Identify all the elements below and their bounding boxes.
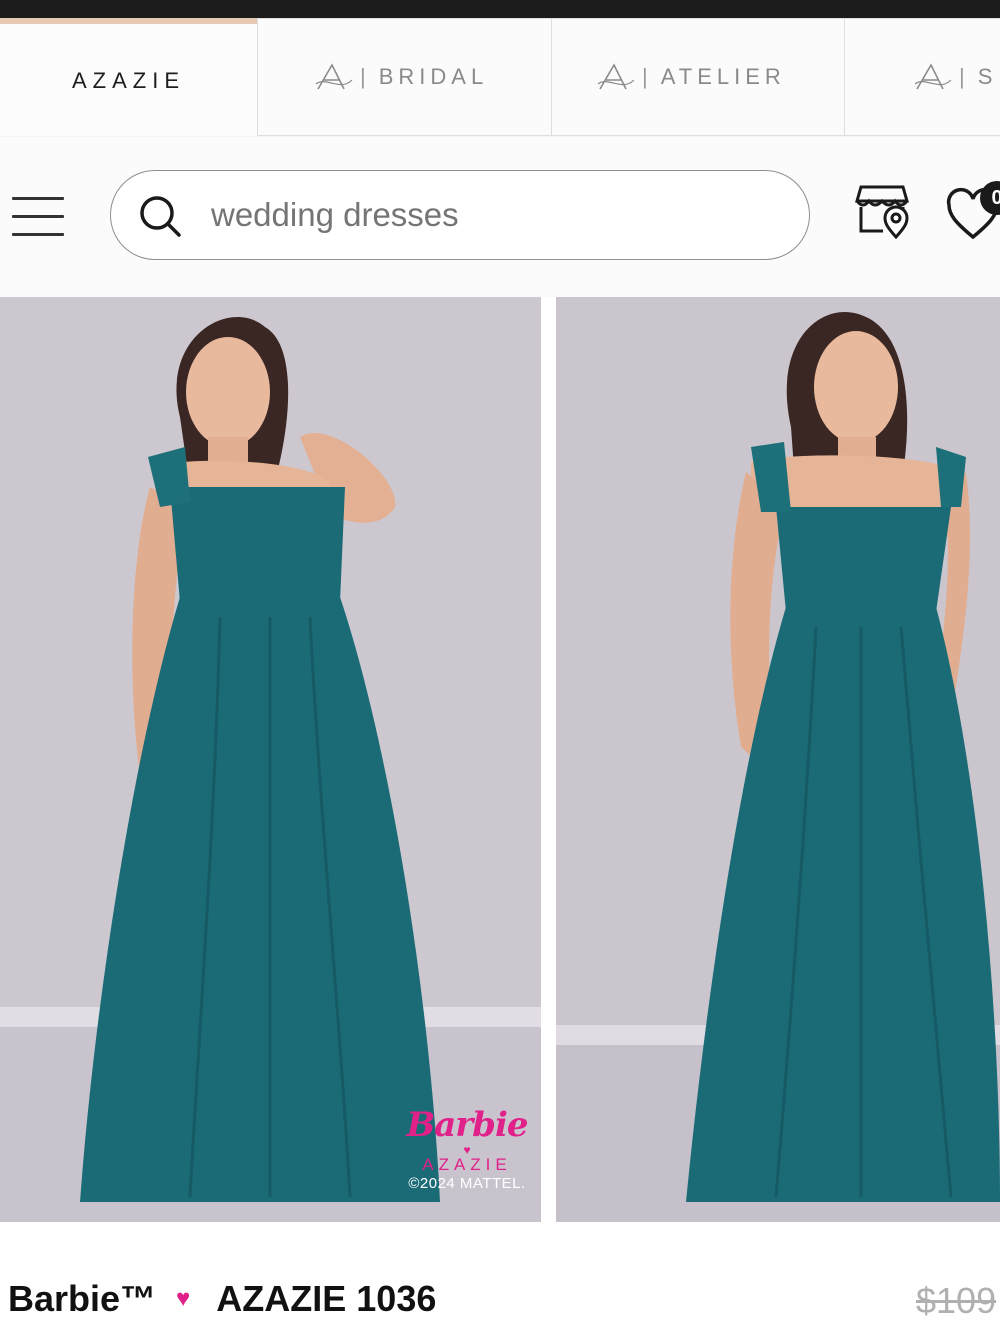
azazie-a-logo-icon — [914, 63, 952, 90]
azazie-a-logo-icon — [315, 63, 353, 90]
product-name: AZAZIE 1036 — [216, 1278, 437, 1319]
tab-bridal[interactable]: | BRIDAL — [257, 18, 552, 136]
tab-separator: | — [642, 64, 653, 89]
product-info: Barbie ™ ♥ AZAZIE 1036 $109 — [0, 1222, 1000, 1333]
tab-azazie[interactable]: AZAZIE — [0, 18, 257, 136]
store-locator-button[interactable] — [855, 183, 913, 240]
tab-azazie-label: AZAZIE — [71, 68, 185, 93]
tab-s[interactable]: | S — [844, 18, 1000, 136]
menu-button[interactable] — [12, 197, 64, 237]
store-location-icon — [855, 185, 909, 240]
heart-icon: ♥ — [176, 1285, 191, 1312]
product-gallery: Barbie ♥ AZAZIE ©2024 MATTEL. — [0, 297, 1000, 1222]
brand-tabs: AZAZIE | BRIDAL | ATELIER | S — [0, 18, 1000, 137]
trademark-symbol: ™ — [120, 1278, 157, 1319]
tab-bridal-content: | BRIDAL — [314, 62, 488, 92]
product-photo — [556, 297, 1000, 1222]
product-photo — [0, 297, 541, 1222]
search-input[interactable] — [211, 189, 771, 241]
original-price: $109 — [916, 1280, 997, 1321]
product-name-prefix: Barbie — [8, 1278, 121, 1319]
barbie-azazie-watermark: Barbie ♥ AZAZIE ©2024 MATTEL. — [402, 1105, 532, 1192]
status-strip — [0, 0, 1000, 18]
watermark-heart-icon: ♥ — [463, 1143, 471, 1157]
search-header: 0 — [0, 137, 1000, 299]
product-image-2[interactable] — [556, 297, 1000, 1222]
search-bar[interactable] — [110, 170, 810, 260]
tab-atelier[interactable]: | ATELIER — [551, 18, 845, 136]
tab-s-content: | S — [913, 62, 997, 92]
tab-atelier-content: | ATELIER — [596, 62, 786, 92]
watermark-azazie-text: AZAZIE — [422, 1155, 512, 1174]
azazie-a-logo-icon — [597, 63, 635, 90]
product-title[interactable]: Barbie ™ ♥ AZAZIE 1036 — [8, 1278, 436, 1320]
tab-s-label: S — [977, 64, 998, 89]
search-icon[interactable] — [137, 193, 183, 239]
tab-atelier-label: ATELIER — [660, 64, 786, 89]
tab-separator: | — [959, 64, 970, 89]
product-image-1[interactable]: Barbie ♥ AZAZIE ©2024 MATTEL. — [0, 297, 541, 1222]
tab-bridal-label: BRIDAL — [378, 64, 489, 89]
tab-separator: | — [360, 64, 371, 89]
active-tab-indicator — [0, 18, 257, 24]
copyright-text: ©2024 MATTEL. — [408, 1175, 526, 1192]
barbie-logo: Barbie — [406, 1105, 528, 1145]
